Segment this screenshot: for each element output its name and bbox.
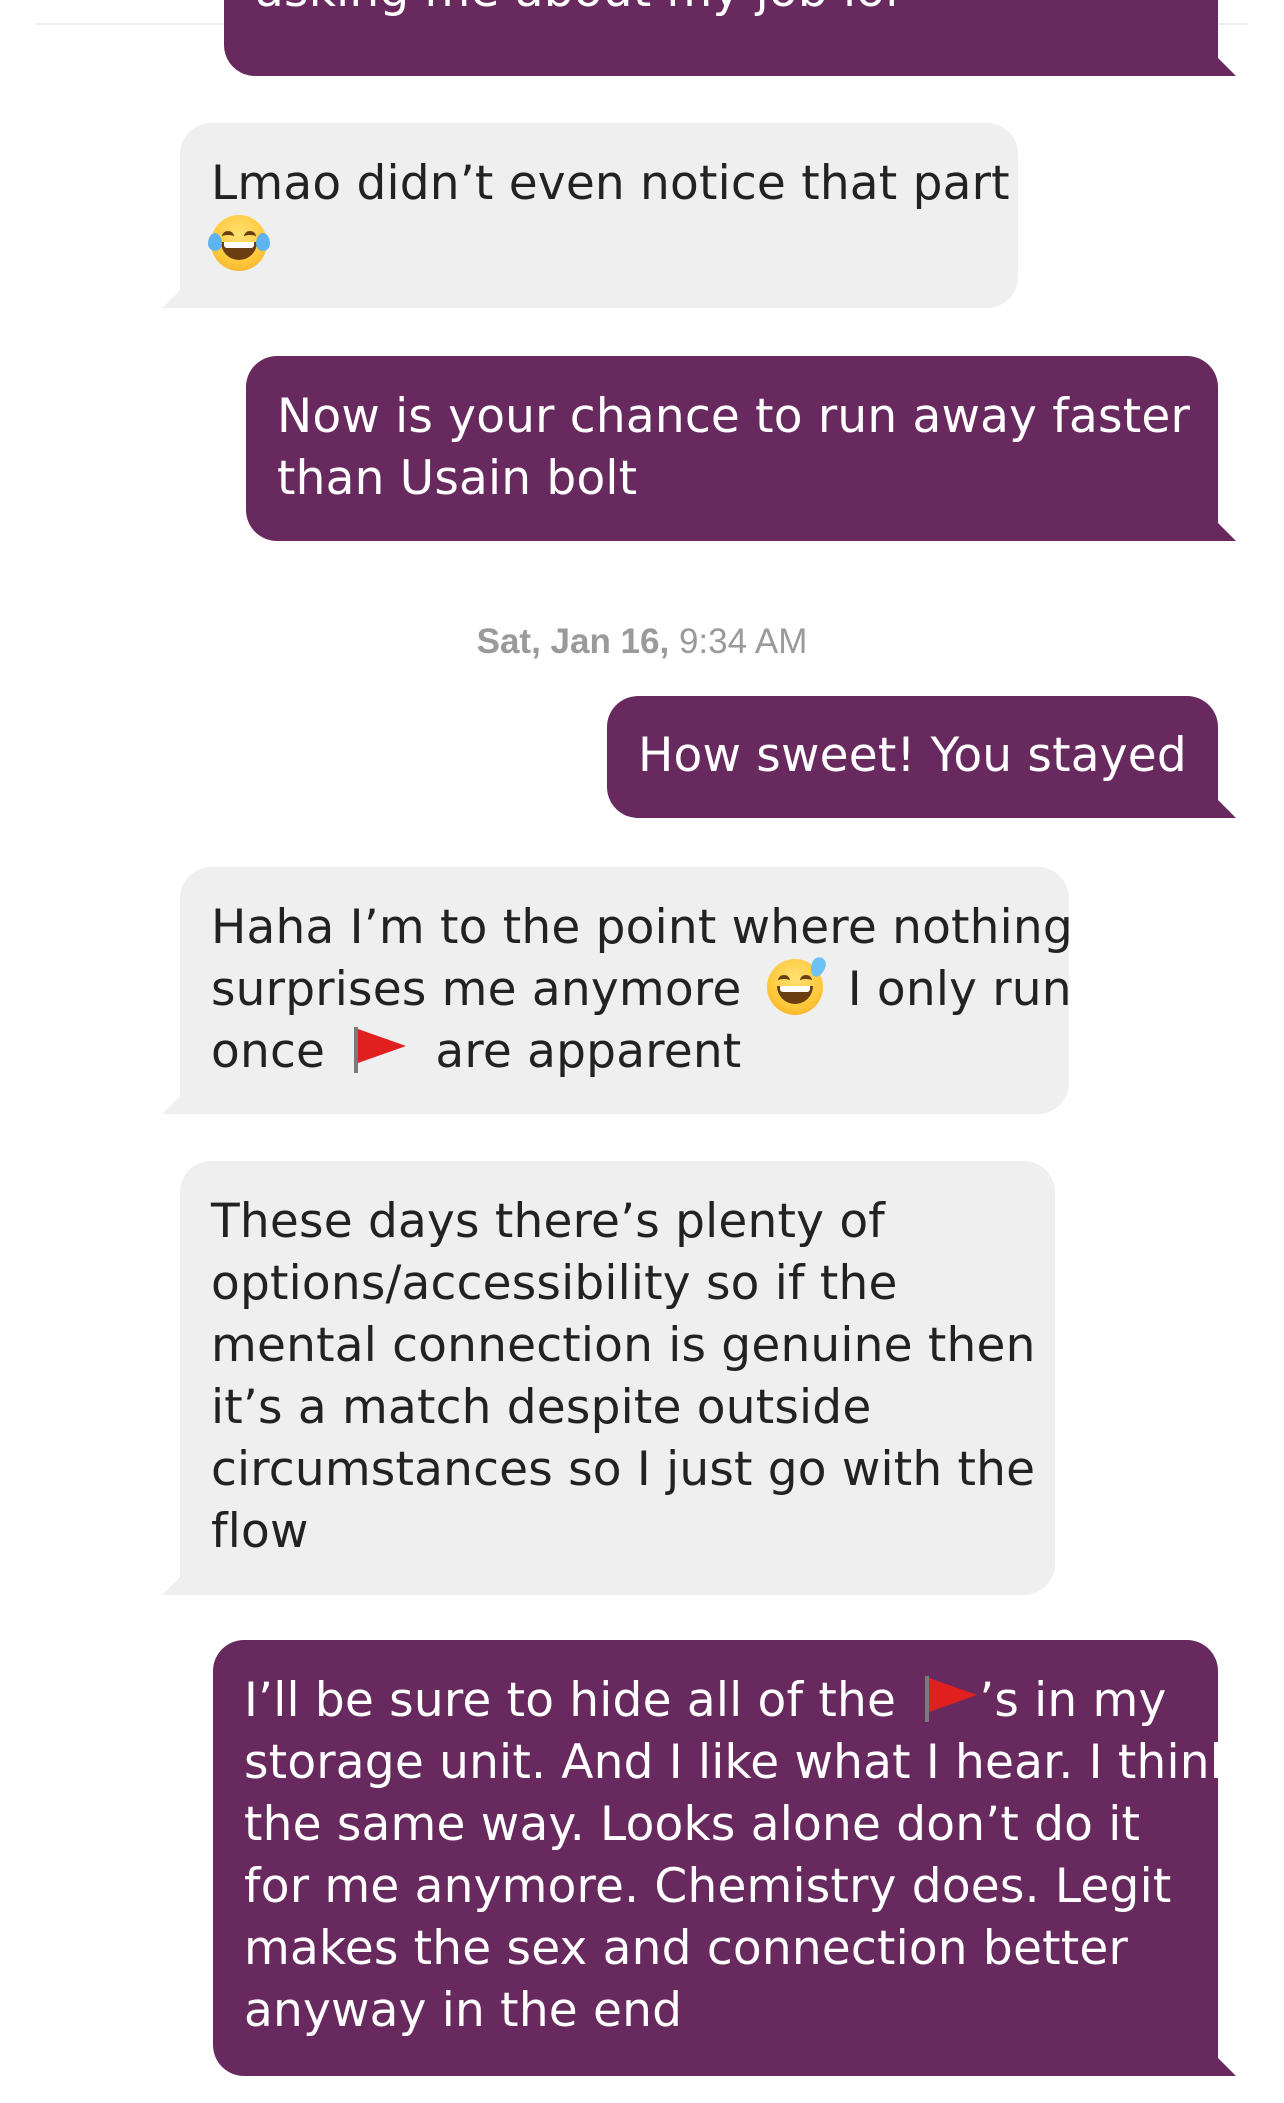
bubble-tail — [162, 286, 184, 308]
message-text: it’s a match despite outside — [211, 1380, 872, 1435]
message-text: Lmao didn’t even notice that part — [211, 156, 1010, 211]
sent-message-bubble[interactable]: I’ll be sure to hide all of the ’s in my… — [213, 1640, 1238, 2076]
timestamp-time: 9:34 AM — [678, 622, 808, 661]
message-timestamp: Sat, Jan 16, 9:34 AM — [0, 622, 1284, 662]
message-text: Haha I’m to the point where nothing — [211, 900, 1073, 955]
message-text: anyway in the end — [244, 1983, 683, 2038]
message-text: These days there’s plenty of — [211, 1194, 886, 1249]
message-text: makes the sex and connection better — [244, 1921, 1128, 1976]
message-text: flow — [211, 1504, 309, 1559]
sent-message-bubble[interactable]: asking me about my job lol — [224, 0, 1236, 76]
received-message-bubble[interactable]: These days there’s plenty of options/acc… — [162, 1161, 1055, 1595]
message-text: options/accessibility so if the — [211, 1256, 898, 1311]
sent-message-bubble[interactable]: How sweet! You stayed — [607, 696, 1236, 818]
message-text-with-emoji: I’ll be sure to hide all of the ’s in my — [244, 1670, 1186, 1732]
bubble-tail — [162, 1573, 184, 1595]
bubble-tail — [1214, 54, 1236, 76]
message-text: How sweet! You stayed — [638, 728, 1187, 783]
message-text: are apparent — [435, 1024, 742, 1079]
received-message-bubble[interactable]: Lmao didn’t even notice that part — [162, 123, 1018, 308]
message-text: I only run — [847, 962, 1072, 1017]
message-text: storage unit. And I like what I hear. I … — [244, 1735, 1238, 1790]
face-with-tears-of-joy-icon — [208, 215, 270, 273]
message-text: surprises me anymore — [211, 962, 742, 1017]
message-text: mental connection is genuine then — [211, 1318, 1036, 1373]
red-flag-icon — [352, 1025, 408, 1075]
message-text: Now is your chance to run away faster — [277, 389, 1190, 444]
bubble-tail — [162, 1092, 184, 1114]
message-text: than Usain bolt — [277, 451, 638, 506]
message-text: the same way. Looks alone don’t do it — [244, 1797, 1141, 1852]
timestamp-date: Sat, Jan 16, — [476, 622, 670, 661]
message-text: circumstances so I just go with the — [211, 1442, 1036, 1497]
received-message-bubble[interactable]: Haha I’m to the point where nothing surp… — [162, 867, 1073, 1114]
message-text-with-emoji: surprises me anymore I only run — [211, 955, 1072, 1021]
message-text: for me anymore. Chemistry does. Legit — [244, 1859, 1172, 1914]
bubble-tail — [1214, 519, 1236, 541]
red-flag-icon — [923, 1674, 979, 1724]
sent-message-bubble[interactable]: Now is your chance to run away faster th… — [246, 356, 1236, 541]
message-text: I’ll be sure to hide all of the — [244, 1673, 897, 1728]
grinning-face-with-sweat-icon — [766, 955, 828, 1017]
bubble-tail — [1214, 2054, 1236, 2076]
message-emoji-line — [208, 215, 988, 277]
message-text-with-emoji: once are apparent — [211, 1021, 1039, 1083]
message-text: once — [211, 1024, 326, 1079]
message-text: asking me about my job lol — [255, 0, 1186, 22]
bubble-tail — [1214, 796, 1236, 818]
message-text: ’s in my — [979, 1673, 1167, 1728]
